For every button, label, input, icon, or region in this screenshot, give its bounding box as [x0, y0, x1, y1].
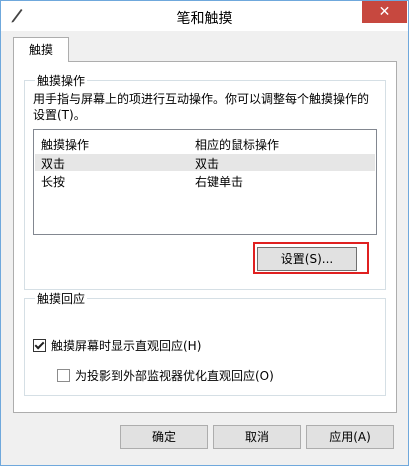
list-item-press-hold[interactable]: 长按 右键单击	[35, 172, 375, 189]
show-feedback-label: 触摸屏幕时显示直观回应(H)	[51, 339, 202, 353]
pen-touch-dialog: 笔和触摸 ✕ 触摸 触摸操作 用手指与屏幕上的项进行互动操作。你可以调整每个触摸…	[0, 0, 409, 466]
optimize-projector-option[interactable]: 为投影到外部监视器优化直观回应(O)	[57, 367, 274, 384]
touch-feedback-group: 触摸回应 触摸屏幕时显示直观回应(H) 为投影到外部监视器优化直观回应(O)	[24, 290, 386, 396]
title-bar[interactable]: 笔和触摸 ✕	[1, 1, 408, 31]
touch-actions-description: 用手指与屏幕上的项进行互动操作。你可以调整每个触摸操作的设置(T)。	[33, 92, 370, 122]
touch-actions-list[interactable]: 触摸操作 相应的鼠标操作 双击 双击 长按 右键单击	[33, 129, 377, 235]
touch-actions-group: 触摸操作 用手指与屏幕上的项进行互动操作。你可以调整每个触摸操作的设置(T)。 …	[24, 72, 386, 290]
touch-feedback-group-title: 触摸回应	[35, 290, 88, 307]
close-button[interactable]: ✕	[362, 1, 407, 23]
tab-panel-touch: 触摸操作 用手指与屏幕上的项进行互动操作。你可以调整每个触摸操作的设置(T)。 …	[13, 61, 397, 413]
ok-button[interactable]: 确定	[120, 425, 208, 449]
highlight-box	[253, 242, 369, 274]
touch-action-cell: 双击	[41, 157, 66, 171]
show-feedback-option[interactable]: 触摸屏幕时显示直观回应(H)	[33, 337, 201, 354]
optimize-projector-checkbox[interactable]	[57, 369, 70, 382]
optimize-projector-label: 为投影到外部监视器优化直观回应(O)	[75, 369, 274, 383]
touch-actions-group-title: 触摸操作	[35, 72, 88, 89]
mouse-action-cell: 双击	[195, 157, 220, 171]
window-title: 笔和触摸	[176, 11, 233, 27]
mouse-action-cell: 右键单击	[195, 175, 244, 189]
touch-action-cell: 长按	[41, 175, 66, 189]
tab-touch[interactable]: 触摸	[13, 37, 69, 62]
apply-button[interactable]: 应用(A)	[306, 425, 394, 449]
show-feedback-checkbox[interactable]	[33, 339, 46, 352]
cancel-button[interactable]: 取消	[213, 425, 301, 449]
column-header-mouse-action[interactable]: 相应的鼠标操作	[195, 136, 279, 153]
list-item-double-tap[interactable]: 双击 双击	[35, 154, 375, 171]
column-header-touch-action[interactable]: 触摸操作	[41, 136, 89, 153]
